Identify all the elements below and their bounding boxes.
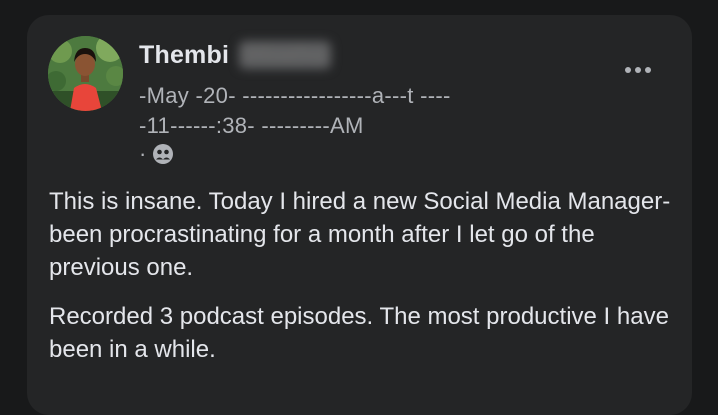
timestamp-line-2: -11------:38- ---------AM	[139, 113, 364, 138]
author-avatar[interactable]	[48, 36, 123, 111]
post-card: Thembi Mbatha -May -20- ----------------…	[27, 15, 692, 415]
post-body: This is insane. Today I hired a new Soci…	[49, 185, 679, 382]
post-timestamp[interactable]: -May -20- -----------------a---t ---- -1…	[139, 81, 451, 141]
more-options-button[interactable]	[615, 55, 661, 85]
timestamp-line-1: -May -20- -----------------a---t ----	[139, 83, 451, 108]
post-paragraph: Recorded 3 podcast episodes. The most pr…	[49, 303, 669, 363]
author-name[interactable]: Thembi	[139, 41, 229, 70]
audience-separator: ·	[139, 141, 147, 166]
author-line: Thembi Mbatha	[139, 37, 332, 73]
author-surname-redacted: Mbatha	[239, 41, 332, 69]
more-options-icon-dot	[645, 67, 651, 73]
more-options-icon	[625, 67, 631, 73]
more-options-icon-dot	[635, 67, 641, 73]
friends-icon	[152, 143, 174, 165]
post-paragraph: This is insane. Today I hired a new Soci…	[49, 188, 671, 281]
audience-indicator[interactable]: ·	[139, 143, 174, 165]
avatar-photo	[48, 36, 123, 111]
